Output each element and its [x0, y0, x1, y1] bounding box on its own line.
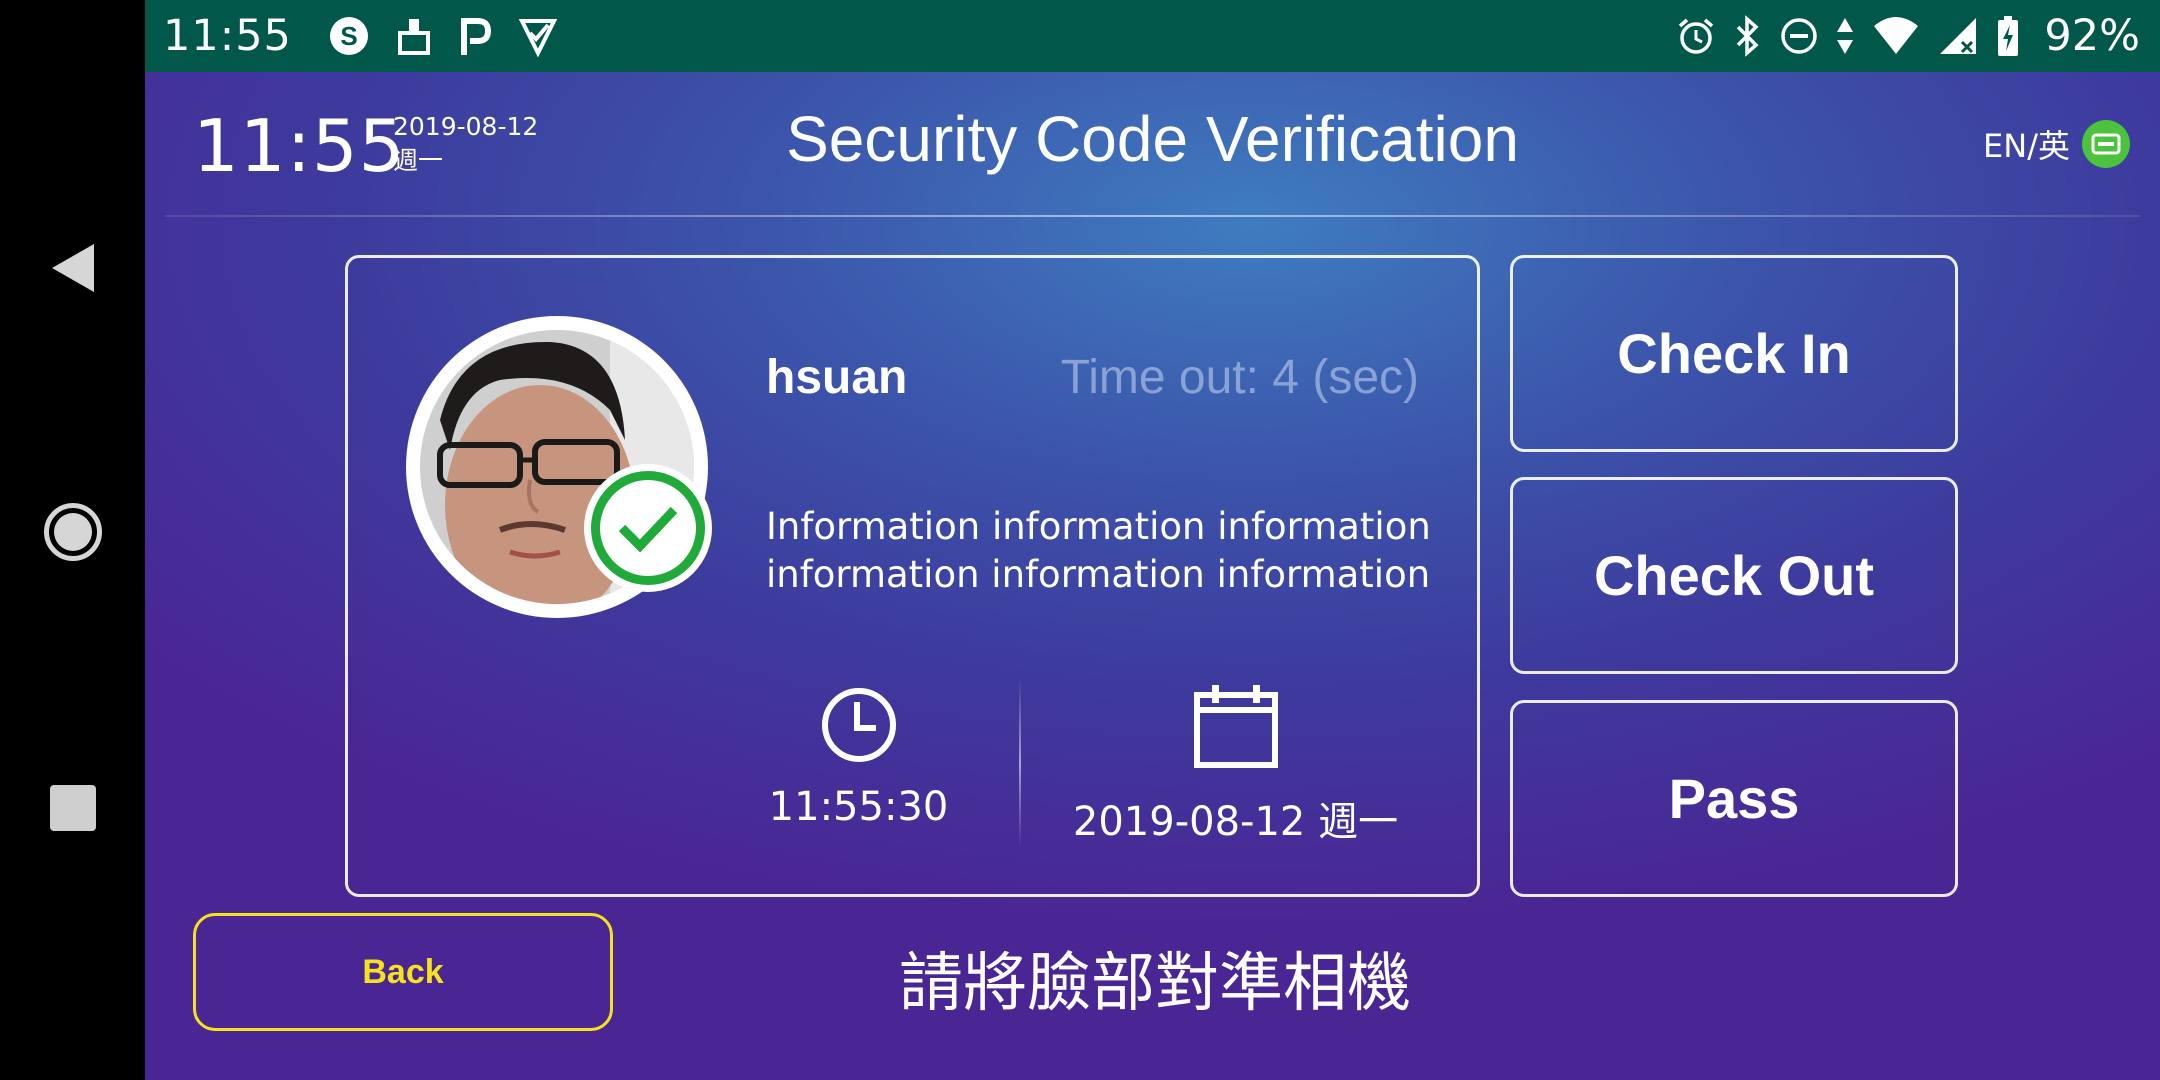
user-info-text: Information information information info… — [766, 505, 1431, 596]
recents-square-icon — [49, 785, 96, 831]
back-button[interactable]: Back — [193, 913, 613, 1031]
battery-percent: 92% — [2044, 11, 2140, 61]
calendar-icon — [1193, 685, 1278, 768]
check-out-button[interactable]: Check Out — [1510, 477, 1958, 674]
battery-charging-icon — [1998, 16, 2019, 56]
status-bar: 11:55 S 92% — [145, 0, 2160, 72]
cell-signal-icon — [1940, 18, 1977, 54]
s-app-icon: S — [329, 17, 368, 55]
alarm-icon — [1679, 18, 1714, 54]
keyboard-toggle-icon — [2082, 120, 2130, 168]
system-nav-bar — [0, 0, 145, 1080]
nav-recents-button[interactable] — [0, 785, 145, 831]
notification-icons: S — [328, 15, 558, 57]
face-camera-prompt: 請將臉部對準相機 — [899, 947, 1411, 1021]
do-not-disturb-icon — [1781, 18, 1818, 54]
nav-home-button[interactable] — [0, 503, 145, 561]
verification-screen: 11:55 2019-08-12 週一 Security Code Verifi… — [145, 72, 2160, 1080]
check-in-button[interactable]: Check In — [1510, 255, 1958, 452]
verified-check-icon — [584, 464, 712, 592]
page-title: Security Code Verification — [786, 103, 1519, 175]
header-divider — [165, 215, 2140, 217]
data-arrows-icon — [1837, 18, 1854, 54]
user-info-card: hsuan Time out: 4 (sec) Information info… — [345, 255, 1480, 897]
nav-back-button[interactable] — [0, 240, 145, 296]
check-time-value: 11:55:30 — [768, 784, 949, 830]
avatar-container — [406, 316, 712, 618]
check-date-block: 2019-08-12 週一 — [1063, 683, 1408, 847]
user-name: hsuan — [766, 351, 908, 404]
clock-icon — [821, 688, 896, 762]
pass-button[interactable]: Pass — [1510, 700, 1958, 897]
timeout-countdown: Time out: 4 (sec) — [1060, 351, 1419, 404]
home-circle-icon — [43, 503, 102, 561]
check-date-value: 2019-08-12 週一 — [1072, 799, 1399, 845]
stat-divider — [1019, 678, 1021, 848]
language-toggle[interactable]: EN/英 — [1983, 120, 2130, 168]
bluetooth-icon — [1737, 15, 1759, 57]
wifi-icon — [1874, 17, 1919, 54]
cleaner-icon — [397, 19, 430, 55]
language-label: EN/英 — [1983, 127, 2070, 165]
check-task-icon — [518, 19, 558, 57]
svg-text:S: S — [340, 21, 357, 51]
status-time: 11:55 — [163, 11, 292, 61]
system-status-icons: 92% — [1676, 0, 2140, 72]
check-time-block: 11:55:30 — [766, 686, 951, 830]
p-app-icon — [460, 18, 491, 55]
back-triangle-icon — [51, 244, 94, 292]
